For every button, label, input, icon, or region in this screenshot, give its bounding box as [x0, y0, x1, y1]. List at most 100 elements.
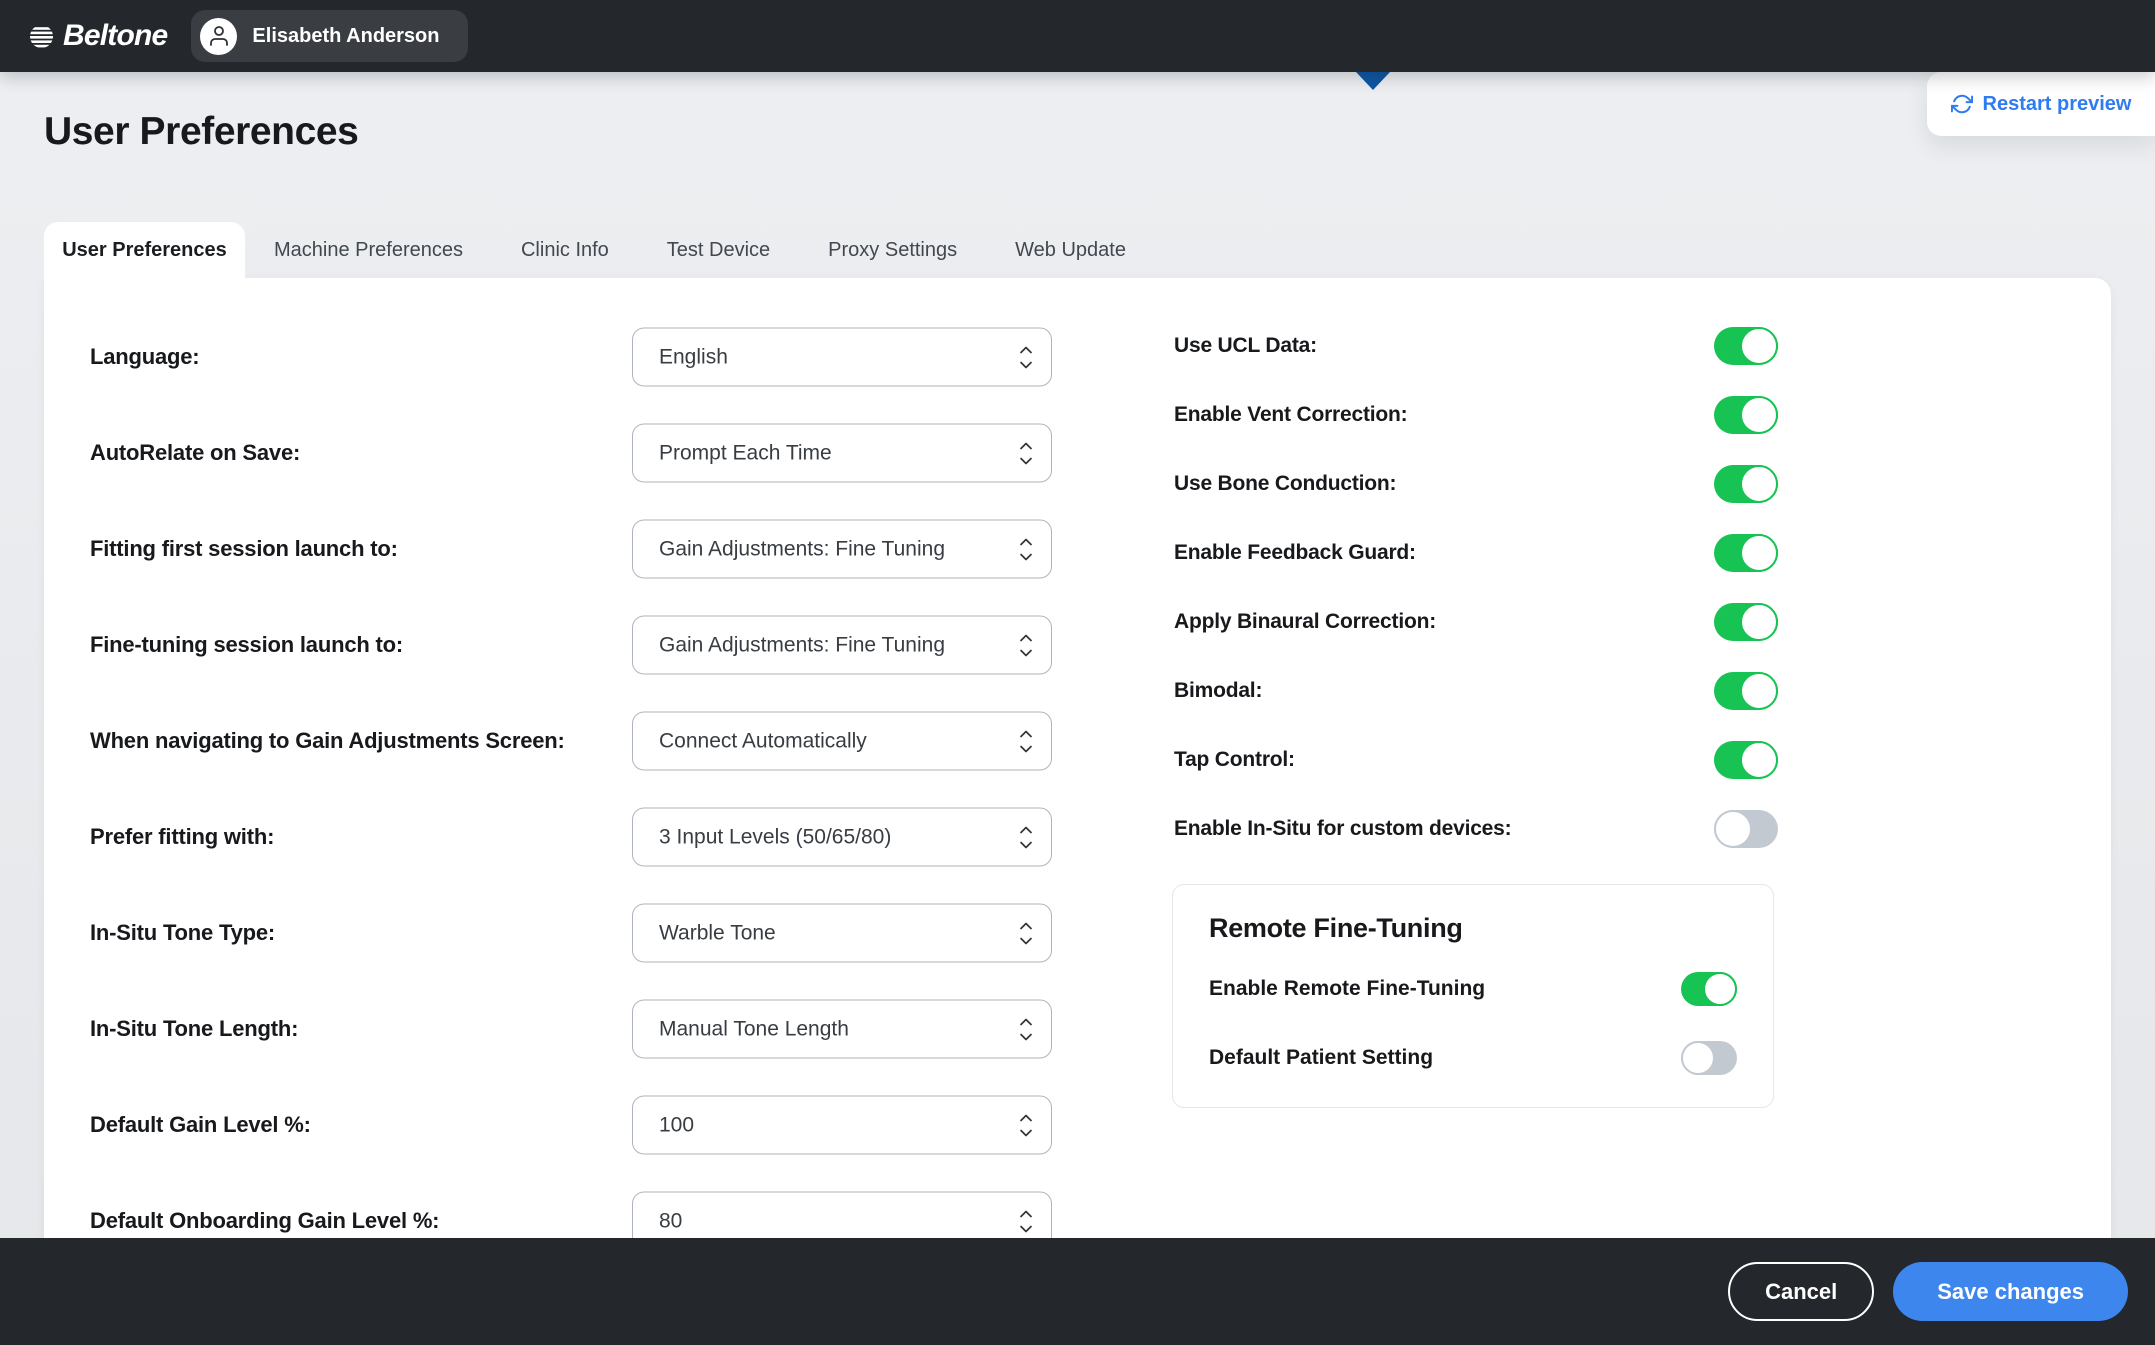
active-tab-pointer	[1356, 72, 1390, 90]
toggle-row-bimodal: Bimodal:	[1174, 656, 1778, 725]
chevron-up-down-icon	[1018, 342, 1034, 372]
user-chip[interactable]: Elisabeth Anderson	[191, 10, 467, 62]
toggle-label: Use Bone Conduction:	[1174, 472, 1396, 496]
remote-fine-tuning-toggle[interactable]	[1681, 972, 1737, 1006]
language-select[interactable]: English	[632, 328, 1052, 387]
action-bar: Cancel Save changes	[0, 1238, 2155, 1345]
toggle-knob	[1740, 534, 1778, 572]
toggle-row-feedback-guard: Enable Feedback Guard:	[1174, 518, 1778, 587]
toggle-knob	[1681, 1041, 1715, 1075]
remote-card-title: Remote Fine-Tuning	[1209, 913, 1737, 944]
field-label: When navigating to Gain Adjustments Scre…	[90, 728, 565, 754]
default-gain-select[interactable]: 100	[632, 1096, 1052, 1155]
fine-tuning-session-select[interactable]: Gain Adjustments: Fine Tuning	[632, 616, 1052, 675]
bone-conduction-toggle[interactable]	[1714, 465, 1778, 503]
binaural-correction-toggle[interactable]	[1714, 603, 1778, 641]
restart-preview-label: Restart preview	[1983, 93, 2132, 116]
beltone-globe-icon	[28, 23, 55, 50]
app-header: Beltone Elisabeth Anderson	[0, 0, 2155, 72]
tab-clinic-info[interactable]: Clinic Info	[492, 222, 638, 278]
insitu-tone-length-select[interactable]: Manual Tone Length	[632, 1000, 1052, 1059]
toggle-row-use-ucl: Use UCL Data:	[1174, 311, 1778, 380]
form-row-fitting-first-session: Fitting first session launch to: Gain Ad…	[44, 501, 1154, 597]
toggle-row-tap-control: Tap Control:	[1174, 725, 1778, 794]
toggle-knob	[1740, 465, 1778, 503]
toggle-knob	[1703, 972, 1737, 1006]
autorelate-select[interactable]: Prompt Each Time	[632, 424, 1052, 483]
form-row-fine-tuning-session: Fine-tuning session launch to: Gain Adju…	[44, 597, 1154, 693]
select-value: Manual Tone Length	[659, 1017, 849, 1041]
default-patient-toggle[interactable]	[1681, 1041, 1737, 1075]
chevron-up-down-icon	[1018, 822, 1034, 852]
field-label: In-Situ Tone Type:	[90, 920, 275, 946]
toggle-knob	[1714, 810, 1752, 848]
tap-control-toggle[interactable]	[1714, 741, 1778, 779]
chevron-up-down-icon	[1018, 1110, 1034, 1140]
chevron-up-down-icon	[1018, 726, 1034, 756]
field-label: Prefer fitting with:	[90, 824, 274, 850]
tab-web-update[interactable]: Web Update	[986, 222, 1155, 278]
toggle-row-remote-fine-tuning: Enable Remote Fine-Tuning	[1209, 954, 1737, 1023]
toggle-knob	[1740, 396, 1778, 434]
avatar	[200, 18, 237, 55]
form-row-language: Language: English	[44, 309, 1154, 405]
field-label: In-Situ Tone Length:	[90, 1016, 298, 1042]
toggle-row-insitu-custom: Enable In-Situ for custom devices:	[1174, 794, 1778, 863]
restart-preview-button[interactable]: Restart preview	[1927, 72, 2155, 136]
chevron-up-down-icon	[1018, 918, 1034, 948]
toggle-knob	[1740, 741, 1778, 779]
tab-machine-preferences[interactable]: Machine Preferences	[245, 222, 492, 278]
insitu-custom-toggle[interactable]	[1714, 810, 1778, 848]
preferences-panel: Language: English AutoRelate on Save: Pr…	[44, 278, 2111, 1308]
page-title: User Preferences	[44, 110, 358, 154]
vent-correction-toggle[interactable]	[1714, 396, 1778, 434]
restart-icon	[1951, 93, 1973, 115]
cancel-button[interactable]: Cancel	[1728, 1262, 1874, 1321]
select-value: English	[659, 345, 728, 369]
select-value: Gain Adjustments: Fine Tuning	[659, 537, 945, 561]
form-row-insitu-tone-type: In-Situ Tone Type: Warble Tone	[44, 885, 1154, 981]
fitting-first-session-select[interactable]: Gain Adjustments: Fine Tuning	[632, 520, 1052, 579]
toggle-label: Enable Remote Fine-Tuning	[1209, 977, 1485, 1001]
field-label: Default Gain Level %:	[90, 1112, 311, 1138]
bimodal-toggle[interactable]	[1714, 672, 1778, 710]
select-value: Prompt Each Time	[659, 441, 832, 465]
toggle-knob	[1740, 603, 1778, 641]
toggle-label: Apply Binaural Correction:	[1174, 610, 1436, 634]
field-label: Fine-tuning session launch to:	[90, 632, 403, 658]
toggle-label: Bimodal:	[1174, 679, 1262, 703]
select-value: Connect Automatically	[659, 729, 867, 753]
save-changes-button[interactable]: Save changes	[1893, 1262, 2128, 1321]
field-label: Default Onboarding Gain Level %:	[90, 1208, 439, 1234]
toggle-knob	[1740, 327, 1778, 365]
tab-proxy-settings[interactable]: Proxy Settings	[799, 222, 986, 278]
toggle-label: Use UCL Data:	[1174, 334, 1317, 358]
toggle-label: Default Patient Setting	[1209, 1046, 1433, 1070]
chevron-up-down-icon	[1018, 438, 1034, 468]
form-row-prefer-fitting: Prefer fitting with: 3 Input Levels (50/…	[44, 789, 1154, 885]
tab-test-device[interactable]: Test Device	[638, 222, 799, 278]
toggle-label: Enable Vent Correction:	[1174, 403, 1407, 427]
chevron-up-down-icon	[1018, 630, 1034, 660]
gain-navigation-select[interactable]: Connect Automatically	[632, 712, 1052, 771]
select-column: Language: English AutoRelate on Save: Pr…	[44, 278, 1154, 1269]
select-value: Gain Adjustments: Fine Tuning	[659, 633, 945, 657]
chevron-up-down-icon	[1018, 1014, 1034, 1044]
toggle-label: Enable Feedback Guard:	[1174, 541, 1416, 565]
form-row-gain-navigation: When navigating to Gain Adjustments Scre…	[44, 693, 1154, 789]
field-label: Language:	[90, 344, 199, 370]
tab-bar: User Preferences Machine Preferences Cli…	[44, 222, 1155, 278]
toggle-row-bone-conduction: Use Bone Conduction:	[1174, 449, 1778, 518]
tab-user-preferences[interactable]: User Preferences	[44, 222, 245, 278]
field-label: AutoRelate on Save:	[90, 440, 300, 466]
toggle-label: Enable In-Situ for custom devices:	[1174, 817, 1511, 841]
form-row-autorelate: AutoRelate on Save: Prompt Each Time	[44, 405, 1154, 501]
user-name: Elisabeth Anderson	[252, 25, 439, 48]
feedback-guard-toggle[interactable]	[1714, 534, 1778, 572]
form-row-default-gain: Default Gain Level %: 100	[44, 1077, 1154, 1173]
use-ucl-toggle[interactable]	[1714, 327, 1778, 365]
prefer-fitting-select[interactable]: 3 Input Levels (50/65/80)	[632, 808, 1052, 867]
chevron-up-down-icon	[1018, 1206, 1034, 1236]
insitu-tone-type-select[interactable]: Warble Tone	[632, 904, 1052, 963]
select-value: 3 Input Levels (50/65/80)	[659, 825, 891, 849]
